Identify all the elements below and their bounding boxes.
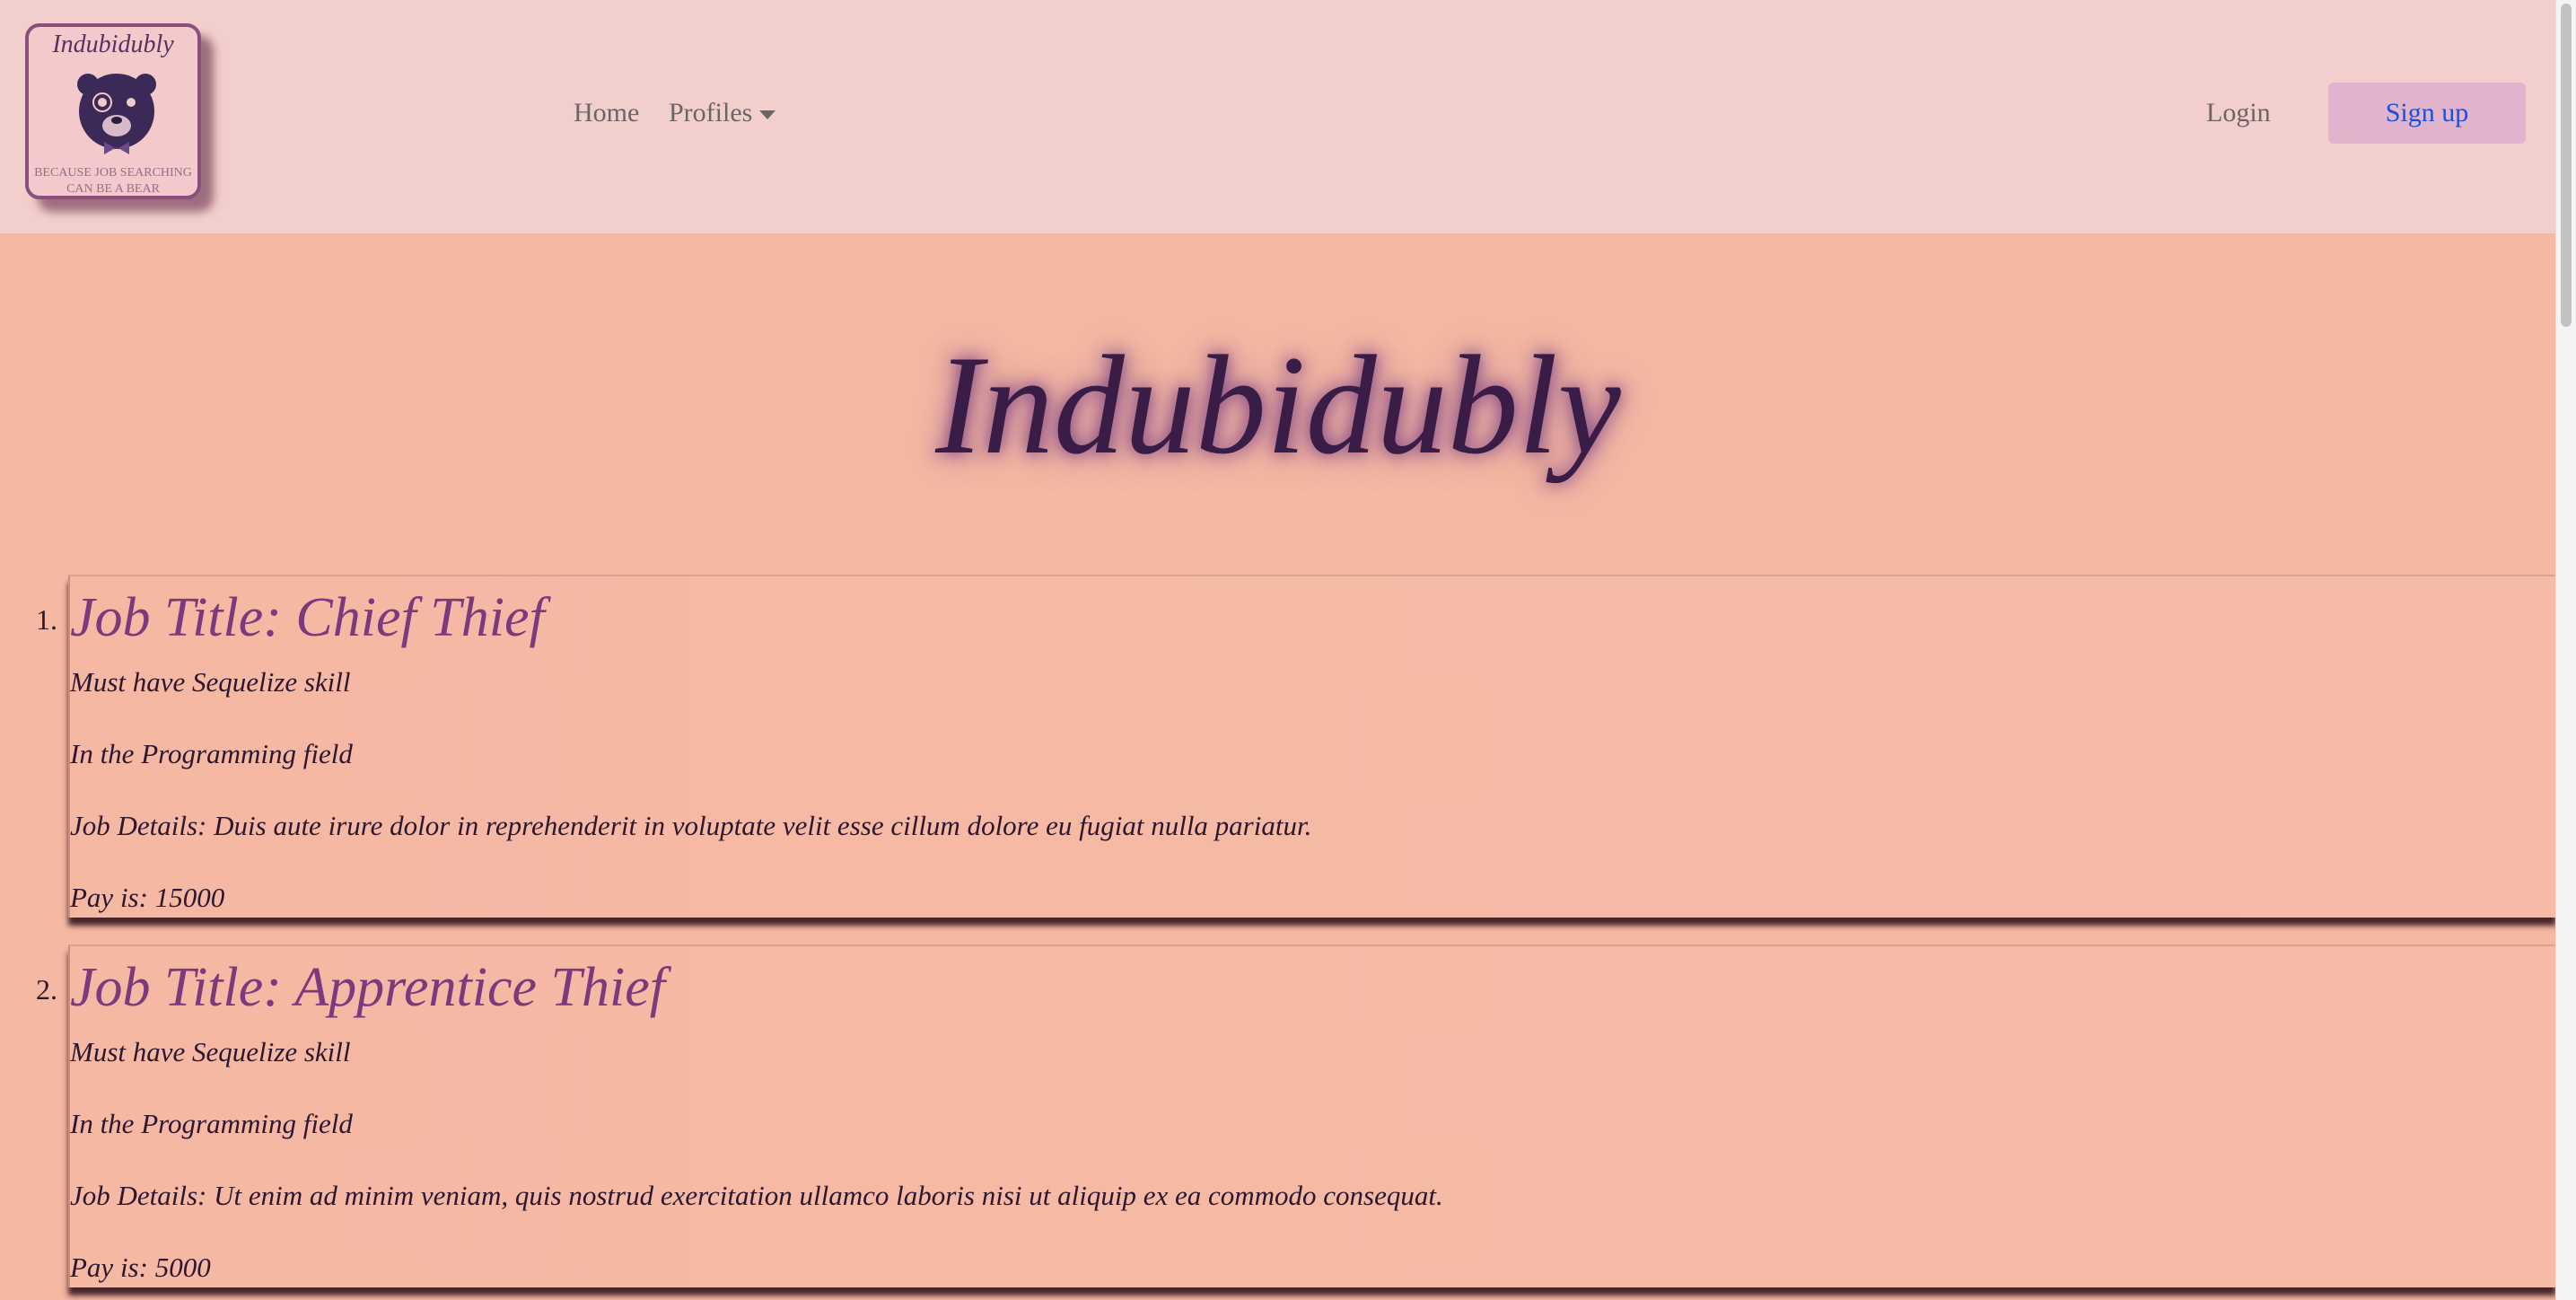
job-field: In the Programming field	[70, 738, 353, 769]
job-title: Job Title: Apprentice Thief	[70, 957, 665, 1018]
logo-script-text: Indubidubly	[52, 31, 174, 58]
job-number: 1.	[36, 603, 57, 636]
job-field: In the Programming field	[70, 1108, 353, 1139]
page-scrollbar[interactable]	[2555, 0, 2576, 1300]
job-card: 1. Job Title: Chief Thief Must have Sequ…	[36, 575, 2556, 918]
job-pay: Pay is: 15000	[70, 882, 225, 913]
job-pay: Pay is: 5000	[70, 1252, 211, 1283]
scrollbar-thumb[interactable]	[2561, 4, 2572, 327]
job-skill: Must have Sequelize skill	[70, 666, 351, 698]
job-skill: Must have Sequelize skill	[70, 1036, 351, 1067]
caret-down-icon	[759, 110, 776, 120]
nav-login-link[interactable]: Login	[2206, 93, 2271, 133]
navbar: Indubidubly Because job searching can be…	[0, 0, 2556, 233]
brand-logo[interactable]: Indubidubly Because job searching can be…	[25, 23, 201, 199]
job-details: Job Details: Duis aute irure dolor in re…	[70, 810, 1312, 841]
page-title: Indubidubly	[935, 327, 1621, 484]
job-details: Job Details: Ut enim ad minim veniam, qu…	[70, 1180, 1443, 1211]
bear-icon	[77, 74, 156, 154]
nav-profiles-dropdown[interactable]: Profiles	[669, 93, 776, 133]
job-number: 2.	[36, 973, 57, 1006]
job-title: Job Title: Chief Thief	[70, 587, 545, 648]
logo-tagline: Because job searching can be a bear	[34, 166, 192, 196]
nav-profiles-label: Profiles	[669, 98, 753, 127]
signup-button[interactable]: Sign up	[2328, 83, 2526, 144]
nav-home-link[interactable]: Home	[574, 93, 639, 133]
job-card: 2. Job Title: Apprentice Thief Must have…	[36, 944, 2556, 1287]
